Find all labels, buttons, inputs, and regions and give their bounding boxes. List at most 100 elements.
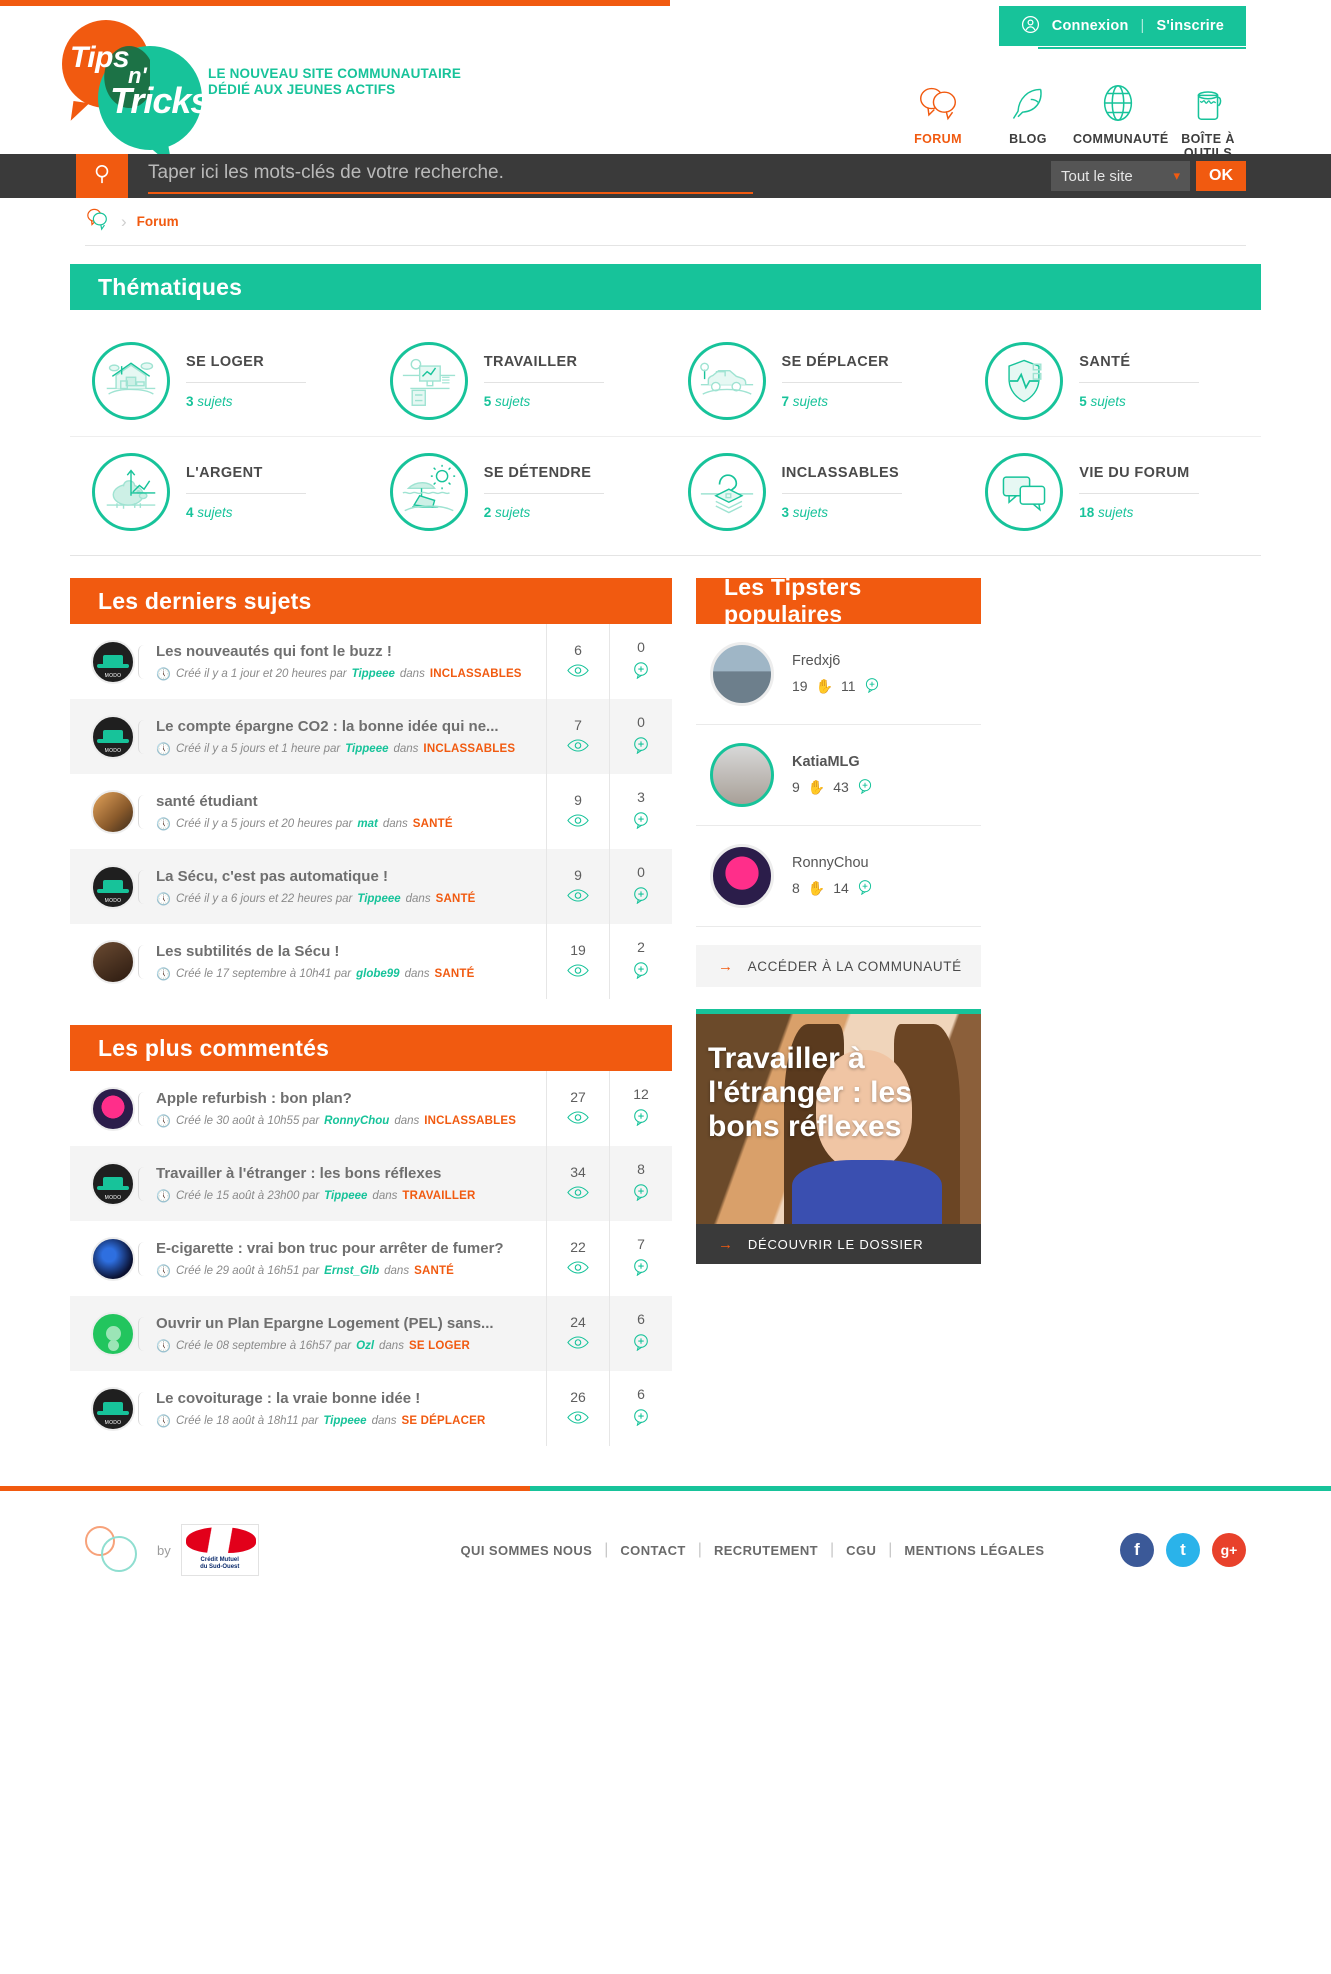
theme-item-sante[interactable]: SANTÉ 5 sujets [963,326,1261,436]
topic-title[interactable]: E-cigarette : vrai bon truc pour arrêter… [156,1240,534,1257]
theme-item-vie-du-forum[interactable]: VIE DU FORUM 18 sujets [963,437,1261,547]
search-scope-select[interactable]: Tout le site ▾ [1051,161,1190,191]
table-row[interactable]: MODO Travailler à l'étranger : les bons … [70,1146,672,1221]
tipster-name[interactable]: Fredxj6 [792,653,880,669]
signup-link[interactable]: S'inscrire [1156,18,1224,34]
theme-item-se-deplacer[interactable]: SE DÉPLACER 7 sujets [666,326,964,436]
topic-category[interactable]: SANTÉ [413,818,453,830]
topic-category[interactable]: TRAVAILLER [402,1190,475,1202]
topic-title[interactable]: santé étudiant [156,793,534,810]
list-item[interactable]: RonnyChou 8 ✋ 14 [696,826,981,927]
avatar[interactable] [710,844,774,908]
tipster-name[interactable]: RonnyChou [792,855,873,871]
topic-title[interactable]: Les subtilités de la Sécu ! [156,943,534,960]
footer-link-contact[interactable]: CONTACT [620,1543,685,1558]
theme-name: L'ARGENT [186,465,306,494]
topic-category[interactable]: SE LOGER [409,1340,470,1352]
tipster-name[interactable]: KatiaMLG [792,754,873,770]
avatar[interactable]: MODO [91,864,135,909]
footer-socials: f t g+ [1120,1533,1246,1567]
promo-card[interactable]: Travailler à l'étranger : les bons réfle… [696,1009,981,1264]
topic-author[interactable]: mat [357,818,377,830]
avatar[interactable]: MODO [91,639,135,684]
nav-item-communaute[interactable]: COMMUNAUTÉ [1073,80,1169,160]
theme-item-l-argent[interactable]: L'ARGENT 4 sujets [70,437,368,547]
topic-author[interactable]: Tippeee [357,893,400,905]
topic-title[interactable]: Apple refurbish : bon plan? [156,1090,534,1107]
topic-author[interactable]: Tippeee [345,743,388,755]
nav-label-communaute: COMMUNAUTÉ [1073,132,1169,146]
search-submit-button[interactable]: OK [1196,161,1246,191]
avatar[interactable]: MODO [91,1386,135,1431]
promo-cta-button[interactable]: → DÉCOUVRIR LE DOSSIER [696,1224,981,1264]
avatar[interactable]: MODO [91,1161,135,1206]
topic-category[interactable]: INCLASSABLES [430,668,522,680]
footer-link-mentions-legales[interactable]: MENTIONS LÉGALES [904,1543,1044,1558]
topic-author[interactable]: Tippeee [323,1415,366,1427]
table-row[interactable]: MODO Le covoiturage : la vraie bonne idé… [70,1371,672,1446]
topic-title[interactable]: Ouvrir un Plan Epargne Logement (PEL) sa… [156,1315,534,1332]
footer-link-recrutement[interactable]: RECRUTEMENT [714,1543,818,1558]
table-row[interactable]: santé étudiant 🕔 Créé il y a 5 jours et … [70,774,672,849]
footer-link-cgu[interactable]: CGU [846,1543,876,1558]
theme-item-se-loger[interactable]: SE LOGER 3 sujets [70,326,368,436]
avatar[interactable] [91,789,135,834]
topic-meta-in: dans [382,817,408,830]
topic-author[interactable]: globe99 [356,968,399,980]
topic-title[interactable]: Les nouveautés qui font le buzz ! [156,643,534,660]
community-cta-button[interactable]: → ACCÉDER À LA COMMUNAUTÉ [696,945,981,987]
table-row[interactable]: MODO La Sécu, c'est pas automatique ! 🕔 … [70,849,672,924]
search-button[interactable] [76,154,128,198]
table-row[interactable]: Les subtilités de la Sécu ! 🕔 Créé le 17… [70,924,672,999]
nav-item-boite-a-outils[interactable]: BOÎTE À OUTILS [1163,80,1253,160]
twitter-icon[interactable]: t [1166,1533,1200,1567]
logo-text-tips: Tips [70,41,130,74]
topic-category[interactable]: SANTÉ [435,968,475,980]
topic-category[interactable]: INCLASSABLES [424,1115,516,1127]
topic-author[interactable]: Ozl [356,1340,374,1352]
table-row[interactable]: MODO Le compte épargne CO2 : la bonne id… [70,699,672,774]
table-row[interactable]: Ouvrir un Plan Epargne Logement (PEL) sa… [70,1296,672,1371]
topic-author[interactable]: Ernst_Glb [324,1265,379,1277]
google-plus-icon[interactable]: g+ [1212,1533,1246,1567]
site-logo[interactable]: Tips n' Tricks [62,20,212,150]
site-header: Connexion | S'inscrire Tips n' Tricks LE… [0,6,1331,160]
partner-logo[interactable]: Crédit Mutuel du Sud-Ouest [180,1524,259,1576]
avatar[interactable] [91,939,135,984]
avatar[interactable] [91,1236,135,1281]
topic-comments: 12 [609,1071,672,1146]
theme-item-se-detendre[interactable]: SE DÉTENDRE 2 sujets [368,437,666,547]
avatar[interactable] [91,1086,135,1131]
nav-item-forum[interactable]: FORUM [893,80,983,160]
avatar[interactable] [710,642,774,706]
nav-item-blog[interactable]: BLOG [983,80,1073,160]
footer-link-qui-sommes-nous[interactable]: QUI SOMMES NOUS [461,1543,593,1558]
avatar[interactable] [91,1311,135,1356]
table-row[interactable]: MODO Les nouveautés qui font le buzz ! 🕔… [70,624,672,699]
search-input[interactable] [148,158,753,194]
topic-title[interactable]: Le compte épargne CO2 : la bonne idée qu… [156,718,534,735]
topic-author[interactable]: Tippeee [352,668,395,680]
topic-author[interactable]: Tippeee [324,1190,367,1202]
topic-category[interactable]: SANTÉ [414,1265,454,1277]
avatar[interactable]: MODO [91,714,135,759]
theme-item-inclassables[interactable]: INCLASSABLES 3 sujets [666,437,964,547]
breadcrumb-home-icon[interactable] [85,207,111,236]
list-item[interactable]: Fredxj6 19 ✋ 11 [696,624,981,725]
login-link[interactable]: Connexion [1052,18,1129,34]
topic-title[interactable]: Le covoiturage : la vraie bonne idée ! [156,1390,534,1407]
breadcrumb-current[interactable]: Forum [137,214,179,229]
row-brace [138,644,148,679]
topic-category[interactable]: SE DÉPLACER [402,1415,486,1427]
avatar[interactable] [710,743,774,807]
topic-category[interactable]: INCLASSABLES [423,743,515,755]
topic-title[interactable]: Travailler à l'étranger : les bons réfle… [156,1165,534,1182]
theme-item-travailler[interactable]: TRAVAILLER 5 sujets [368,326,666,436]
facebook-icon[interactable]: f [1120,1533,1154,1567]
list-item[interactable]: KatiaMLG 9 ✋ 43 [696,725,981,826]
table-row[interactable]: E-cigarette : vrai bon truc pour arrêter… [70,1221,672,1296]
topic-author[interactable]: RonnyChou [324,1115,389,1127]
table-row[interactable]: Apple refurbish : bon plan? 🕔 Créé le 30… [70,1071,672,1146]
topic-title[interactable]: La Sécu, c'est pas automatique ! [156,868,534,885]
topic-category[interactable]: SANTÉ [436,893,476,905]
